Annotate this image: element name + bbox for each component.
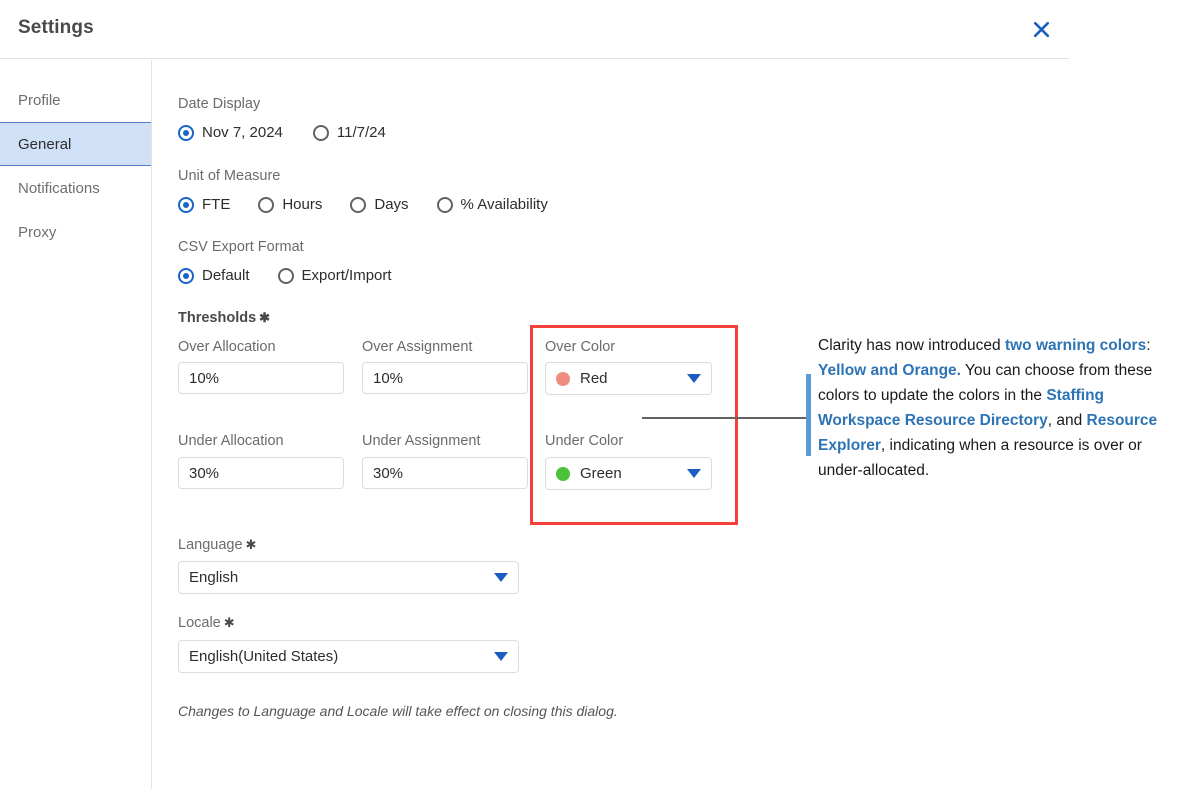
radio-indicator [350, 196, 367, 213]
csv-export-format-label: CSV Export Format [178, 239, 304, 255]
radio-indicator [312, 124, 329, 141]
under-allocation-label: Under Allocation [178, 433, 284, 449]
radio-indicator [436, 196, 453, 213]
over-color-select[interactable]: Red [545, 362, 712, 395]
required-marker: ✱ [245, 537, 257, 552]
over-allocation-label: Over Allocation [178, 339, 276, 355]
over-color-value: Red [580, 370, 608, 387]
locale-label: Locale ✱ [178, 615, 235, 631]
under-allocation-input[interactable] [178, 457, 344, 489]
radio-unit-hours[interactable]: Hours [258, 196, 322, 213]
required-marker: ✱ [223, 615, 235, 630]
over-assignment-input[interactable] [362, 362, 528, 394]
language-value: English [189, 569, 239, 586]
radio-date-long[interactable]: Nov 7, 2024 [178, 124, 283, 141]
callout-connector-line [642, 417, 808, 419]
chevron-down-icon [494, 652, 508, 661]
radio-indicator [178, 267, 194, 284]
sidebar-item-label: Proxy [18, 223, 57, 241]
annotation-text: Clarity has now introduced two warning c… [818, 333, 1164, 483]
chevron-down-icon [494, 573, 508, 582]
radio-unit-days[interactable]: Days [350, 196, 409, 213]
over-allocation-input[interactable] [178, 362, 344, 394]
date-display-radio-group: Nov 7, 2024 11/7/24 [178, 124, 386, 141]
close-icon[interactable] [1028, 16, 1054, 42]
chevron-down-icon [687, 374, 701, 383]
over-color-label: Over Color [545, 339, 616, 355]
dialog-header: Settings [0, 0, 1069, 59]
radio-unit-fte[interactable]: FTE [178, 196, 230, 213]
sidebar-item-proxy[interactable]: Proxy [0, 210, 151, 254]
annotation-emphasis: two warning colors [1004, 337, 1147, 354]
under-color-swatch [556, 466, 570, 481]
over-assignment-label: Over Assignment [362, 339, 473, 355]
over-color-swatch [556, 371, 570, 386]
callout-accent-bar [806, 374, 811, 456]
thresholds-label: Thresholds ✱ [178, 310, 271, 326]
radio-indicator [277, 267, 294, 284]
under-color-select[interactable]: Green [545, 457, 712, 490]
radio-indicator [178, 196, 194, 213]
locale-value: English(United States) [189, 648, 339, 665]
date-display-label: Date Display [178, 96, 261, 112]
sidebar-item-profile[interactable]: Profile [0, 78, 151, 122]
language-label: Language ✱ [178, 537, 257, 553]
under-color-value: Green [580, 465, 622, 482]
sidebar-item-notifications[interactable]: Notifications [0, 166, 151, 210]
radio-date-short[interactable]: 11/7/24 [312, 124, 386, 141]
unit-of-measure-radio-group: FTE Hours Days % Availability [178, 196, 548, 213]
radio-indicator [178, 124, 194, 141]
sidebar-item-label: General [18, 135, 72, 153]
annotation-plain: Clarity has now introduced [818, 337, 1005, 354]
under-assignment-label: Under Assignment [362, 433, 481, 449]
radio-csv-default[interactable]: Default [178, 267, 250, 284]
language-select[interactable]: English [178, 561, 519, 594]
sidebar-item-label: Notifications [18, 179, 100, 197]
close-icon-glyph [1033, 21, 1049, 37]
under-color-label: Under Color [545, 433, 624, 449]
under-assignment-input[interactable] [362, 457, 528, 489]
locale-select[interactable]: English(United States) [178, 640, 519, 673]
required-marker: ✱ [259, 310, 271, 325]
radio-csv-export-import[interactable]: Export/Import [277, 267, 392, 284]
page-title: Settings [18, 17, 94, 38]
annotation-plain: , and [1047, 412, 1087, 429]
chevron-down-icon [687, 469, 701, 478]
radio-unit-availability[interactable]: % Availability [436, 196, 548, 213]
unit-of-measure-label: Unit of Measure [178, 168, 281, 184]
csv-export-format-radio-group: Default Export/Import [178, 267, 392, 284]
sidebar-item-label: Profile [18, 91, 61, 109]
radio-indicator [258, 196, 275, 213]
sidebar-item-general[interactable]: General [0, 122, 151, 166]
language-locale-note: Changes to Language and Locale will take… [178, 703, 618, 719]
annotation-plain: : [1146, 337, 1151, 354]
settings-sidebar: Profile General Notifications Proxy [0, 60, 152, 789]
annotation-emphasis: Yellow and Orange. [818, 362, 961, 379]
